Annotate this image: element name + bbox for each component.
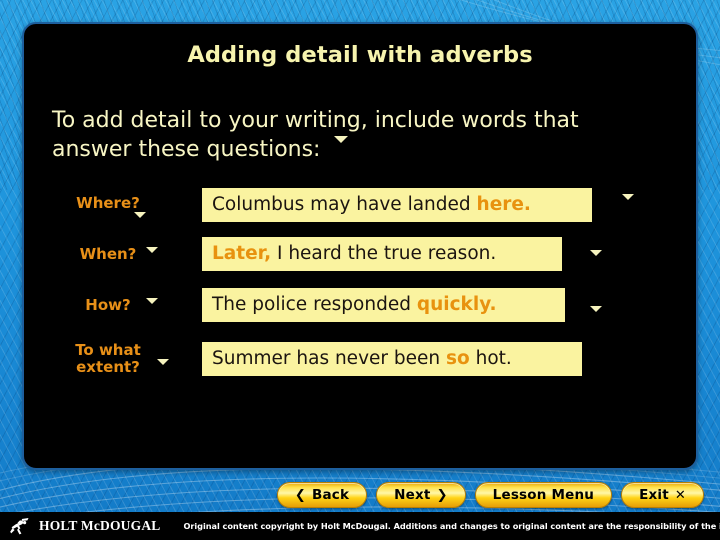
sentence-prefix: Summer has never been — [212, 348, 446, 369]
back-button[interactable]: ❮ Back — [276, 482, 368, 508]
footer-bar: HOLT McDOUGAL Original content copyright… — [0, 512, 720, 540]
example-sentence-when: Later, I heard the true reason. — [202, 237, 562, 271]
chevron-left-icon: ❮ — [294, 487, 306, 503]
row-label-triangle-icon — [146, 298, 158, 323]
sentence-prefix: The police responded — [212, 294, 417, 315]
intro-line-1: To add detail to your writing, include w… — [52, 108, 579, 133]
row-end-triangle-icon — [590, 250, 602, 275]
intro-line-2: answer these questions: — [52, 137, 321, 162]
row-label-triangle-icon — [134, 212, 146, 237]
example-sentence-how: The police responded quickly. — [202, 288, 565, 322]
sentence-adverb-highlight: Later, — [212, 243, 272, 264]
page-title: Adding detail with adverbs — [187, 42, 533, 68]
holt-mcdougal-runner-logo-icon — [10, 518, 29, 535]
lesson-menu-button[interactable]: Lesson Menu — [474, 482, 613, 508]
chevron-right-icon: ❯ — [436, 487, 448, 503]
example-sentence-to-what-extent: Summer has never been so hot. — [202, 342, 582, 376]
example-sentence-where: Columbus may have landed here. — [202, 188, 592, 222]
question-row-how: How? The police responded quickly. — [52, 288, 672, 340]
row-end-triangle-icon — [590, 306, 602, 331]
content-panel: Adding detail with adverbs To add detail… — [22, 22, 698, 470]
row-label-text: To what — [75, 341, 141, 359]
lesson-menu-button-label: Lesson Menu — [492, 487, 595, 503]
row-label-text: When? — [79, 245, 137, 263]
intro-paragraph: To add detail to your writing, include w… — [52, 106, 652, 170]
question-rows: Where? Columbus may have landed here. Wh… — [52, 184, 672, 392]
row-label-text: Where? — [76, 194, 140, 212]
close-icon: ✕ — [674, 487, 686, 503]
sentence-adverb-highlight: here. — [476, 194, 531, 215]
sentence-adverb-highlight: quickly. — [416, 294, 497, 315]
intro-triangle-marker-icon — [334, 136, 349, 170]
sentence-suffix: hot. — [469, 348, 512, 369]
row-label-to-what-extent: To what extent? — [52, 342, 164, 376]
row-label-text: How? — [85, 296, 131, 314]
sentence-adverb-highlight: so — [446, 348, 470, 369]
next-button-label: Next — [394, 487, 431, 503]
row-label-where: Where? — [52, 195, 164, 212]
exit-button-label: Exit — [639, 487, 669, 503]
question-row-to-what-extent: To what extent? Summer has never been so… — [52, 340, 672, 392]
navigation-bar: ❮ Back Next ❯ Lesson Menu Exit ✕ — [0, 480, 720, 510]
next-button[interactable]: Next ❯ — [376, 482, 466, 508]
question-row-where: Where? Columbus may have landed here. — [52, 184, 672, 237]
back-button-label: Back — [311, 487, 350, 503]
row-label-triangle-icon — [146, 247, 158, 272]
question-row-when: When? Later, I heard the true reason. — [52, 236, 672, 288]
sentence-suffix: I heard the true reason. — [271, 243, 497, 264]
footer-copyright-text: Original content copyright by Holt McDou… — [183, 521, 720, 531]
row-end-triangle-icon — [622, 194, 634, 219]
exit-button[interactable]: Exit ✕ — [621, 482, 704, 508]
slide-canvas: Adding detail with adverbs To add detail… — [0, 0, 720, 540]
row-label-text-line2: extent? — [76, 358, 140, 376]
footer-logo-text: HOLT McDOUGAL — [39, 518, 161, 533]
sentence-prefix: Columbus may have landed — [212, 194, 477, 215]
row-label-triangle-icon — [157, 359, 169, 384]
